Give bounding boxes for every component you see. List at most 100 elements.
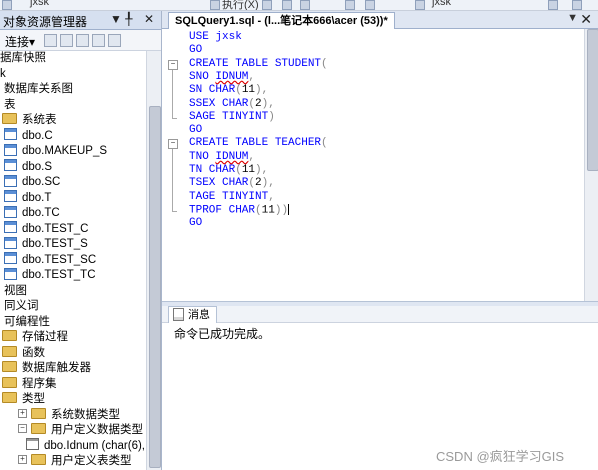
tree-item-table[interactable]: dbo.S xyxy=(4,159,53,175)
toolbar-icon[interactable] xyxy=(548,0,558,10)
close-icon[interactable]: ✕ xyxy=(144,12,154,26)
stop-icon[interactable] xyxy=(76,34,89,47)
tree-scrollbar[interactable] xyxy=(146,51,161,470)
tab-messages[interactable]: 消息 xyxy=(168,306,217,323)
object-explorer-titlebar: 对象资源管理器 ▼ ╀ ✕ xyxy=(0,11,161,30)
editor-scrollbar[interactable] xyxy=(584,29,598,301)
tree-item-label: dbo.S xyxy=(22,160,53,173)
code-line: GO xyxy=(189,217,203,230)
tree-item-label: dbo.SC xyxy=(22,176,61,188)
tree-item-table[interactable]: dbo.MAKEUP_S xyxy=(4,143,107,159)
table-icon xyxy=(4,236,17,249)
table-icon xyxy=(4,221,17,234)
tree-item-folder[interactable]: 数据库触发器 xyxy=(2,361,91,376)
folder-icon xyxy=(2,345,17,357)
connect-icon[interactable] xyxy=(44,34,57,47)
tree-item-label: 同义词 xyxy=(4,300,39,312)
fold-guide xyxy=(172,69,173,118)
expand-icon[interactable]: + xyxy=(18,408,27,418)
toolbar-icon[interactable] xyxy=(210,0,220,10)
document-tabbar: SQLQuery1.sql - (l...笔记本666\acer (53))* … xyxy=(162,11,598,29)
table-icon xyxy=(4,128,17,141)
tree-item-label: dbo.Idnum (char(6), xyxy=(44,439,145,452)
tree-item-label: dbo.TEST_TC xyxy=(22,269,96,281)
database-selector-right[interactable]: jxsk xyxy=(432,0,451,8)
code-editor[interactable]: USE jxsk GO CREATE TABLE STUDENT(SNO IDNUM… xyxy=(162,29,584,301)
tree-item-table[interactable]: dbo.TEST_C xyxy=(4,221,89,237)
collapse-block-icon[interactable]: − xyxy=(168,59,178,70)
tree-item-table[interactable]: dbo.TEST_SC xyxy=(4,252,97,268)
code-line: TN CHAR(11), xyxy=(189,164,269,176)
toolbar-icon[interactable] xyxy=(572,0,582,10)
disconnect-icon[interactable] xyxy=(60,34,73,47)
editor-scroll-thumb[interactable] xyxy=(587,29,598,171)
code-line: SSEX CHAR(2), xyxy=(189,97,275,110)
filter-icon[interactable] xyxy=(92,34,105,47)
tree-item-table[interactable]: dbo.TEST_TC xyxy=(4,267,96,283)
connect-button[interactable]: 连接▾ xyxy=(5,33,35,50)
tree-item-folder[interactable]: − 用户定义数据类型 xyxy=(18,423,143,438)
tab-list-icon[interactable]: ▼ xyxy=(567,12,578,24)
fold-guide-end xyxy=(172,210,177,212)
code-line: SN CHAR(11), xyxy=(189,84,269,97)
toolbar-icon[interactable] xyxy=(2,0,12,10)
tree-item-label: 程序集 xyxy=(22,377,57,390)
toolbar-icon[interactable] xyxy=(365,0,375,10)
tree-item-label: 数据库触发器 xyxy=(22,362,91,374)
toolbar-icon[interactable] xyxy=(300,0,310,10)
tree-item[interactable]: 同义词 xyxy=(4,299,39,314)
tree-item-table[interactable]: dbo.C xyxy=(4,128,53,144)
tree-item[interactable]: k xyxy=(0,67,6,82)
tree-item-folder[interactable]: 系统表 xyxy=(2,113,57,128)
tree-item[interactable]: 据库快照 xyxy=(0,51,46,66)
tree-item-folder[interactable]: 存储过程 xyxy=(2,330,68,345)
tree-item-label: dbo.TEST_C xyxy=(22,222,89,235)
execute-button[interactable]: 执行(X) xyxy=(222,0,259,10)
query-editor-area: SQLQuery1.sql - (l...笔记本666\acer (53))* … xyxy=(162,11,598,470)
collapse-block-icon[interactable]: − xyxy=(168,139,178,150)
tree-item-label: dbo.C xyxy=(22,129,53,142)
folder-icon xyxy=(2,392,17,404)
table-icon xyxy=(4,205,17,218)
folder-icon xyxy=(31,407,46,419)
tree-scroll-thumb[interactable] xyxy=(149,106,161,468)
tree-item-label: 存储过程 xyxy=(22,331,68,343)
expand-icon[interactable]: + xyxy=(18,455,27,465)
code-line: SNO IDNUM, xyxy=(189,70,256,83)
table-icon xyxy=(4,252,17,265)
toolbar-icon[interactable] xyxy=(345,0,355,10)
database-selector[interactable]: jxsk xyxy=(30,0,49,8)
code-line: CREATE TABLE STUDENT( xyxy=(189,57,328,70)
tree-item-folder[interactable]: + 用户定义表类型 xyxy=(18,454,132,469)
tree-item[interactable]: dbo.Idnum (char(6), xyxy=(26,438,145,454)
tree-item-table[interactable]: dbo.TEST_S xyxy=(4,236,88,252)
type-icon xyxy=(26,438,39,451)
object-explorer-panel: 对象资源管理器 ▼ ╀ ✕ 连接▾ 据库快照 k 数据库关系图表系统表 dbo.C db… xyxy=(0,11,162,470)
tree-item-label: dbo.TEST_SC xyxy=(22,253,97,266)
tree-item-table[interactable]: dbo.SC xyxy=(4,174,61,190)
tree-item[interactable]: 数据库关系图 xyxy=(4,82,73,97)
refresh-icon[interactable] xyxy=(108,34,121,47)
tree-item-label: 视图 xyxy=(4,284,27,297)
code-line: GO xyxy=(189,44,203,57)
watermark: CSDN @疯狂学习GIS xyxy=(436,449,565,464)
tree-item-folder[interactable]: 函数 xyxy=(2,345,45,361)
toolbar-icon[interactable] xyxy=(262,0,272,10)
close-tab-icon[interactable]: ✕ xyxy=(580,11,592,28)
results-tabbar: 消息 xyxy=(162,306,598,323)
tree-item-table[interactable]: dbo.TC xyxy=(4,205,60,221)
tree-item[interactable]: 可编程性 xyxy=(4,315,50,330)
collapse-icon[interactable]: − xyxy=(18,424,27,434)
tab-sqlquery1[interactable]: SQLQuery1.sql - (l...笔记本666\acer (53))* xyxy=(168,12,395,29)
pin-icon[interactable]: ▼ ╀ xyxy=(110,12,132,26)
tree-item-folder[interactable]: 类型 xyxy=(2,392,45,407)
toolbar-icon[interactable] xyxy=(415,0,425,10)
tree-item-table[interactable]: dbo.T xyxy=(4,190,51,206)
tree-item[interactable]: 视图 xyxy=(4,284,27,299)
code-line: TPROF CHAR(11)) xyxy=(189,203,290,217)
tree-item-folder[interactable]: + 系统数据类型 xyxy=(18,407,120,423)
tree-item-folder[interactable]: 程序集 xyxy=(2,376,57,392)
toolbar-icon[interactable] xyxy=(282,0,292,10)
tree-item[interactable]: 表 xyxy=(4,98,16,113)
messages-tab-label: 消息 xyxy=(188,309,210,321)
